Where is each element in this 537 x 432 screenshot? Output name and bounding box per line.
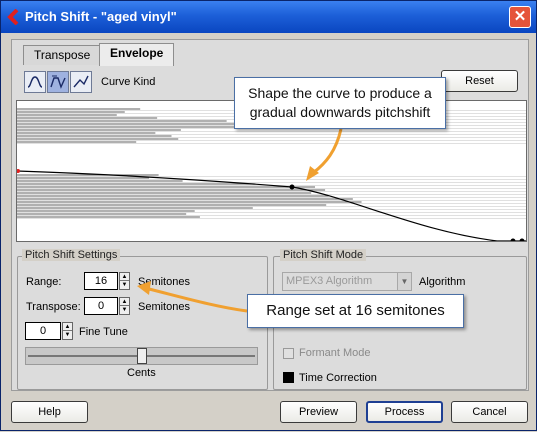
arrowhead-icon (137, 281, 151, 295)
callout-arrow-envelope (312, 128, 343, 175)
pitch-shift-dialog: Pitch Shift - "aged vinyl" ✕ Transpose E… (0, 0, 537, 431)
range-callout: Range set at 16 semitones (247, 294, 464, 328)
envelope-callout: Shape the curve to produce a gradual dow… (234, 77, 446, 129)
callout-arrows (137, 128, 343, 313)
callout-arrow-range (148, 287, 248, 313)
